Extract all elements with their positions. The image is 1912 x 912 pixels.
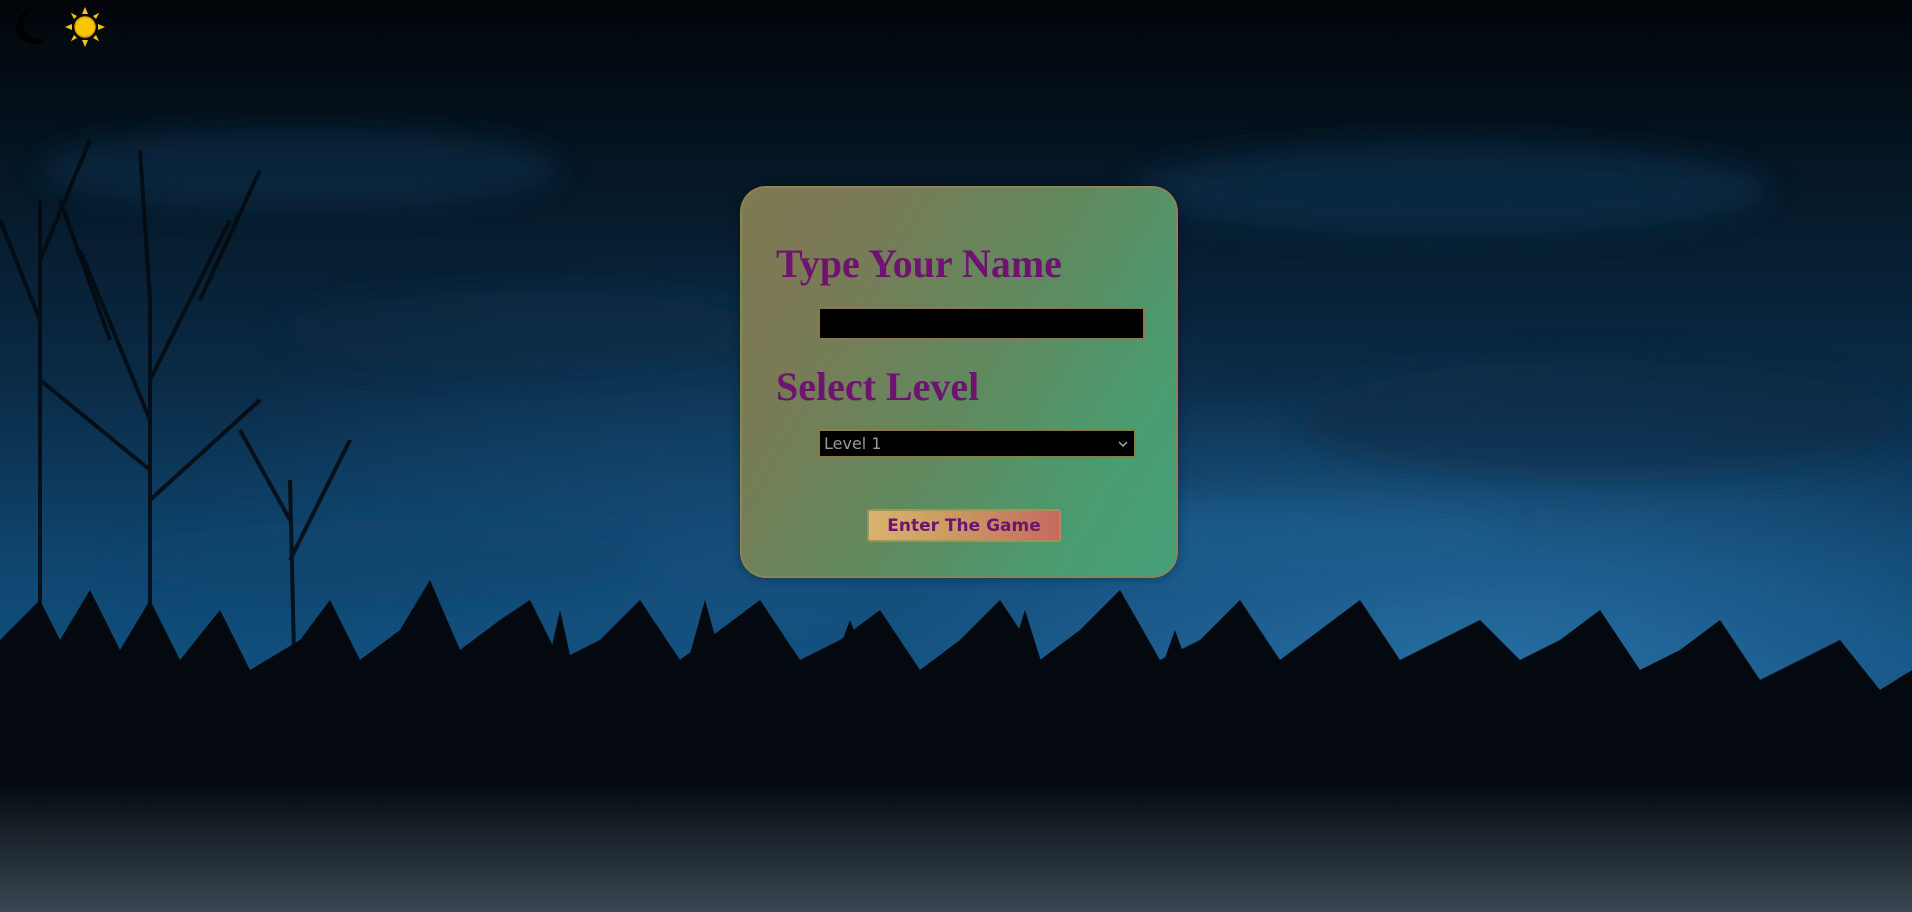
level-heading: Select Level — [776, 364, 980, 409]
name-heading: Type Your Name — [776, 241, 1062, 286]
sun-icon[interactable] — [64, 6, 106, 48]
name-input[interactable] — [818, 307, 1145, 340]
theme-toggle — [8, 6, 106, 48]
level-select-value: Level 1 — [824, 433, 882, 453]
enter-game-button[interactable]: Enter The Game — [867, 509, 1061, 542]
level-select[interactable]: Level 1 — [818, 429, 1136, 458]
moon-icon[interactable] — [8, 6, 50, 48]
chevron-down-icon — [1118, 440, 1128, 447]
login-card: Type Your Name Select Level Level 1 Ente… — [740, 186, 1178, 578]
